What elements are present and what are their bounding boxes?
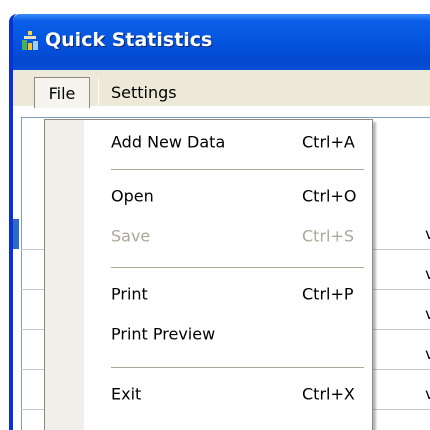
menu-item-shortcut: Ctrl+O xyxy=(302,186,357,206)
grid-cell[interactable]: v xyxy=(425,265,430,283)
menu-item-label: Print Preview xyxy=(111,324,216,344)
grid-cell[interactable]: v xyxy=(425,225,430,243)
menu-item-add-new-data[interactable]: Add New Data Ctrl+A xyxy=(45,122,372,162)
grid-cell[interactable]: v xyxy=(425,345,430,363)
window-title: Quick Statistics xyxy=(45,29,213,51)
menu-item-shortcut: Ctrl+X xyxy=(302,384,355,404)
menu-item-label: Print xyxy=(111,284,148,304)
menu-item-shortcut: Ctrl+S xyxy=(302,226,355,246)
menu-item-label: Open xyxy=(111,186,154,206)
menu-item-label: Add New Data xyxy=(111,132,226,152)
menu-separator xyxy=(111,169,364,170)
grid-cell[interactable]: v xyxy=(425,385,430,403)
statistics-app-icon xyxy=(22,31,38,50)
menu-item-exit[interactable]: Exit Ctrl+X xyxy=(45,374,372,414)
menu-separator xyxy=(111,267,364,268)
menu-file[interactable]: File xyxy=(34,77,90,108)
menu-bar: File Settings xyxy=(13,70,430,108)
menu-item-print[interactable]: Print Ctrl+P xyxy=(45,274,372,314)
selected-row-indicator xyxy=(13,219,19,249)
menu-item-open[interactable]: Open Ctrl+O xyxy=(45,176,372,216)
menu-item-label: Save xyxy=(111,226,151,246)
app-window: Quick Statistics File Settings v v v v v… xyxy=(9,14,430,430)
grid-cell[interactable]: v xyxy=(425,305,430,323)
menu-item-shortcut: Ctrl+A xyxy=(302,132,355,152)
title-bar[interactable]: Quick Statistics xyxy=(13,14,430,70)
file-menu-dropdown: Add New Data Ctrl+A Open Ctrl+O Save Ctr… xyxy=(44,119,373,430)
menu-settings[interactable]: Settings xyxy=(98,78,189,106)
menu-item-label: Exit xyxy=(111,384,142,404)
menu-item-shortcut: Ctrl+P xyxy=(302,284,354,304)
menu-item-print-preview[interactable]: Print Preview xyxy=(45,314,372,354)
menu-separator xyxy=(111,367,364,368)
menu-item-save[interactable]: Save Ctrl+S xyxy=(45,216,372,256)
